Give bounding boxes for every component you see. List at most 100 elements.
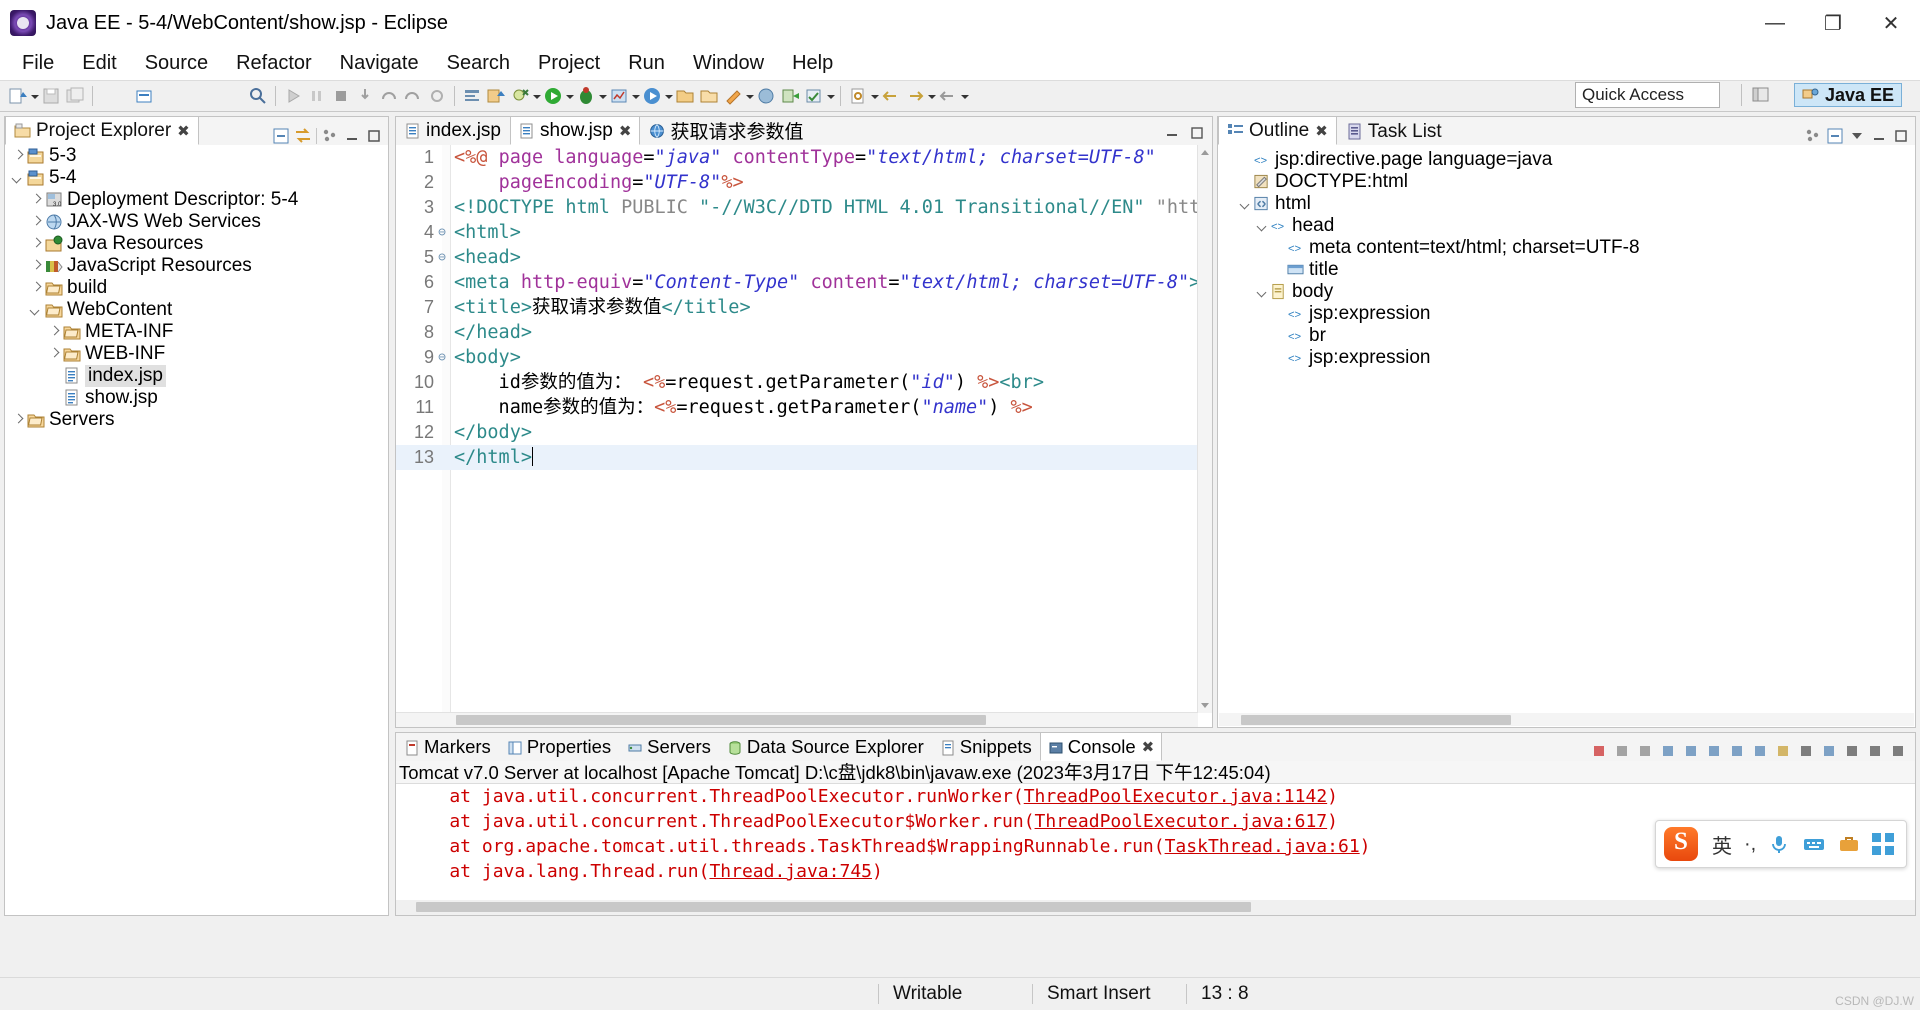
minimize-view-icon[interactable] — [1870, 127, 1888, 145]
menu-source[interactable]: Source — [131, 48, 222, 79]
tree-item-deployment-descriptor-5-4[interactable]: 3.0 Deployment Descriptor: 5-4 — [5, 189, 388, 211]
step-return-icon[interactable] — [402, 85, 424, 107]
run-dropdown-icon[interactable] — [565, 85, 574, 107]
keyboard-icon[interactable] — [1802, 833, 1826, 855]
close-icon[interactable]: ✖ — [177, 122, 190, 140]
run-server-icon[interactable] — [641, 85, 663, 107]
search-icon[interactable] — [247, 85, 269, 107]
minimize-editor-icon[interactable] — [1164, 125, 1180, 145]
new-jsp-icon[interactable] — [755, 85, 777, 107]
tree-item-5-3[interactable]: 5-3 — [5, 145, 388, 167]
tab-console[interactable]: Console ✖ — [1039, 732, 1163, 761]
stack-trace-link[interactable]: ThreadPoolExecutor.java:1142 — [1024, 786, 1327, 807]
fold-collapse-icon[interactable]: ⊖ — [434, 345, 450, 370]
chevron-right-icon[interactable] — [11, 413, 25, 427]
show-console-icon[interactable] — [1659, 743, 1679, 761]
tab-browser-preview[interactable]: 获取请求参数值 — [640, 116, 812, 145]
scroll-thumb[interactable] — [456, 715, 986, 725]
mic-icon[interactable] — [1768, 833, 1790, 855]
chevron-down-icon[interactable] — [1256, 219, 1270, 233]
outline-horizontal-scrollbar[interactable] — [1219, 713, 1914, 726]
outline-item-meta-content-text-html-charset-utf-8[interactable]: <> meta content=text/html; charset=UTF-8 — [1218, 237, 1915, 259]
search-file-dropdown-icon[interactable] — [870, 85, 879, 107]
tree-item-build[interactable]: build — [5, 277, 388, 299]
outline-item-html[interactable]: html — [1218, 193, 1915, 215]
menu-help[interactable]: Help — [778, 48, 847, 79]
tab-data-source-explorer[interactable]: Data Source Explorer — [719, 732, 932, 761]
ime-punctuation-toggle[interactable]: ·, — [1744, 833, 1756, 856]
outline-tree[interactable]: <> jsp:directive.page language=java DOCTYP… — [1218, 145, 1915, 727]
outline-item-jsp-directive-page-language-java[interactable]: <> jsp:directive.page language=java — [1218, 149, 1915, 171]
stack-trace-link[interactable]: ThreadPoolExecutor.java:617 — [1035, 811, 1328, 832]
code-line[interactable]: 6 <meta http-equiv="Content-Type" content… — [396, 270, 1198, 295]
outline-item-br[interactable]: <> br — [1218, 325, 1915, 347]
apps-icon[interactable] — [1872, 833, 1895, 855]
minimize-console-icon[interactable] — [1866, 743, 1886, 761]
menu-refactor[interactable]: Refactor — [222, 48, 326, 79]
chevron-down-icon[interactable] — [1256, 285, 1270, 299]
ime-language-toggle[interactable]: 英 — [1712, 830, 1732, 859]
tree-item-meta-inf[interactable]: META-INF — [5, 321, 388, 343]
outline-item-head[interactable]: <> head — [1218, 215, 1915, 237]
new-folder-icon[interactable] — [674, 85, 696, 107]
chevron-right-icon[interactable] — [29, 193, 43, 207]
back-dropdown-icon[interactable] — [960, 85, 969, 107]
word-wrap-icon[interactable] — [1728, 743, 1748, 761]
code-line[interactable]: 2 pageEncoding="UTF-8"%> — [396, 170, 1198, 195]
code-line[interactable]: 3 <!DOCTYPE html PUBLIC "-//W3C//DTD HTML… — [396, 195, 1198, 220]
code-line[interactable]: 7 <title>获取请求参数值</title> — [396, 295, 1198, 320]
tree-item-jax-ws-web-services[interactable]: JAX-WS Web Services — [5, 211, 388, 233]
code-line[interactable]: 11 name参数的值为：<%=request.getParameter("na… — [396, 395, 1198, 420]
tree-item-servers[interactable]: Servers — [5, 409, 388, 431]
editor-horizontal-scrollbar[interactable] — [396, 712, 1198, 727]
open-console-dropdown-icon[interactable] — [1797, 743, 1817, 761]
tab-outline[interactable]: Outline ✖ — [1218, 116, 1337, 145]
scroll-down-icon[interactable] — [1198, 699, 1212, 713]
open-task-icon[interactable] — [461, 85, 483, 107]
code-line[interactable]: 1 <%@ page language="java" contentType="t… — [396, 145, 1198, 170]
profile-dropdown-icon[interactable] — [631, 85, 640, 107]
tab-show-jsp[interactable]: show.jsp ✖ — [510, 116, 641, 145]
chevron-down-icon[interactable] — [11, 171, 25, 185]
display-console-icon[interactable] — [1751, 743, 1771, 761]
outline-item-doctype-html[interactable]: DOCTYPE:html — [1218, 171, 1915, 193]
menu-edit[interactable]: Edit — [68, 48, 130, 79]
preview-icon[interactable] — [779, 85, 801, 107]
chevron-down-icon[interactable] — [29, 303, 43, 317]
tab-project-explorer[interactable]: Project Explorer ✖ — [5, 116, 199, 145]
collapse-all-icon[interactable] — [272, 127, 290, 145]
close-button[interactable]: ✕ — [1862, 0, 1920, 46]
perspective-java-ee[interactable]: Java EE — [1793, 83, 1902, 107]
new-class-dropdown-icon[interactable] — [532, 85, 541, 107]
sort-icon[interactable] — [1804, 127, 1822, 145]
debug-terminate-icon[interactable] — [330, 85, 352, 107]
stack-trace-link[interactable]: Thread.java:745 — [709, 861, 872, 882]
chevron-right-icon[interactable] — [29, 237, 43, 251]
save-icon[interactable] — [40, 85, 62, 107]
tab-snippets[interactable]: Snippets — [932, 732, 1040, 761]
view-menu-icon[interactable] — [1848, 127, 1866, 145]
new-wizard-icon[interactable] — [7, 85, 29, 107]
menu-search[interactable]: Search — [433, 48, 524, 79]
chevron-right-icon[interactable] — [11, 149, 25, 163]
maximize-button[interactable]: ❐ — [1804, 0, 1862, 46]
debug-dropdown-icon[interactable] — [598, 85, 607, 107]
close-icon[interactable]: ✖ — [619, 122, 632, 140]
maximize-view-icon[interactable] — [365, 127, 383, 145]
console-horizontal-scrollbar[interactable] — [396, 900, 1915, 915]
chevron-right-icon[interactable] — [29, 215, 43, 229]
new-console-icon[interactable] — [1820, 743, 1840, 761]
validate-icon[interactable] — [803, 85, 825, 107]
scroll-lock-icon[interactable] — [1705, 743, 1725, 761]
outline-item-jsp-expression[interactable]: <> jsp:expression — [1218, 347, 1915, 369]
open-perspective-icon[interactable] — [1750, 85, 1772, 105]
step-into-icon[interactable] — [354, 85, 376, 107]
menu-window[interactable]: Window — [679, 48, 778, 79]
open-type-icon[interactable] — [698, 85, 720, 107]
scroll-thumb[interactable] — [416, 902, 1251, 912]
open-console-icon[interactable] — [1774, 743, 1794, 761]
editor-vertical-scrollbar[interactable] — [1197, 145, 1212, 713]
profile-icon[interactable] — [608, 85, 630, 107]
sogou-logo-icon[interactable] — [1664, 827, 1698, 861]
new-dropdown-icon[interactable] — [30, 85, 39, 107]
